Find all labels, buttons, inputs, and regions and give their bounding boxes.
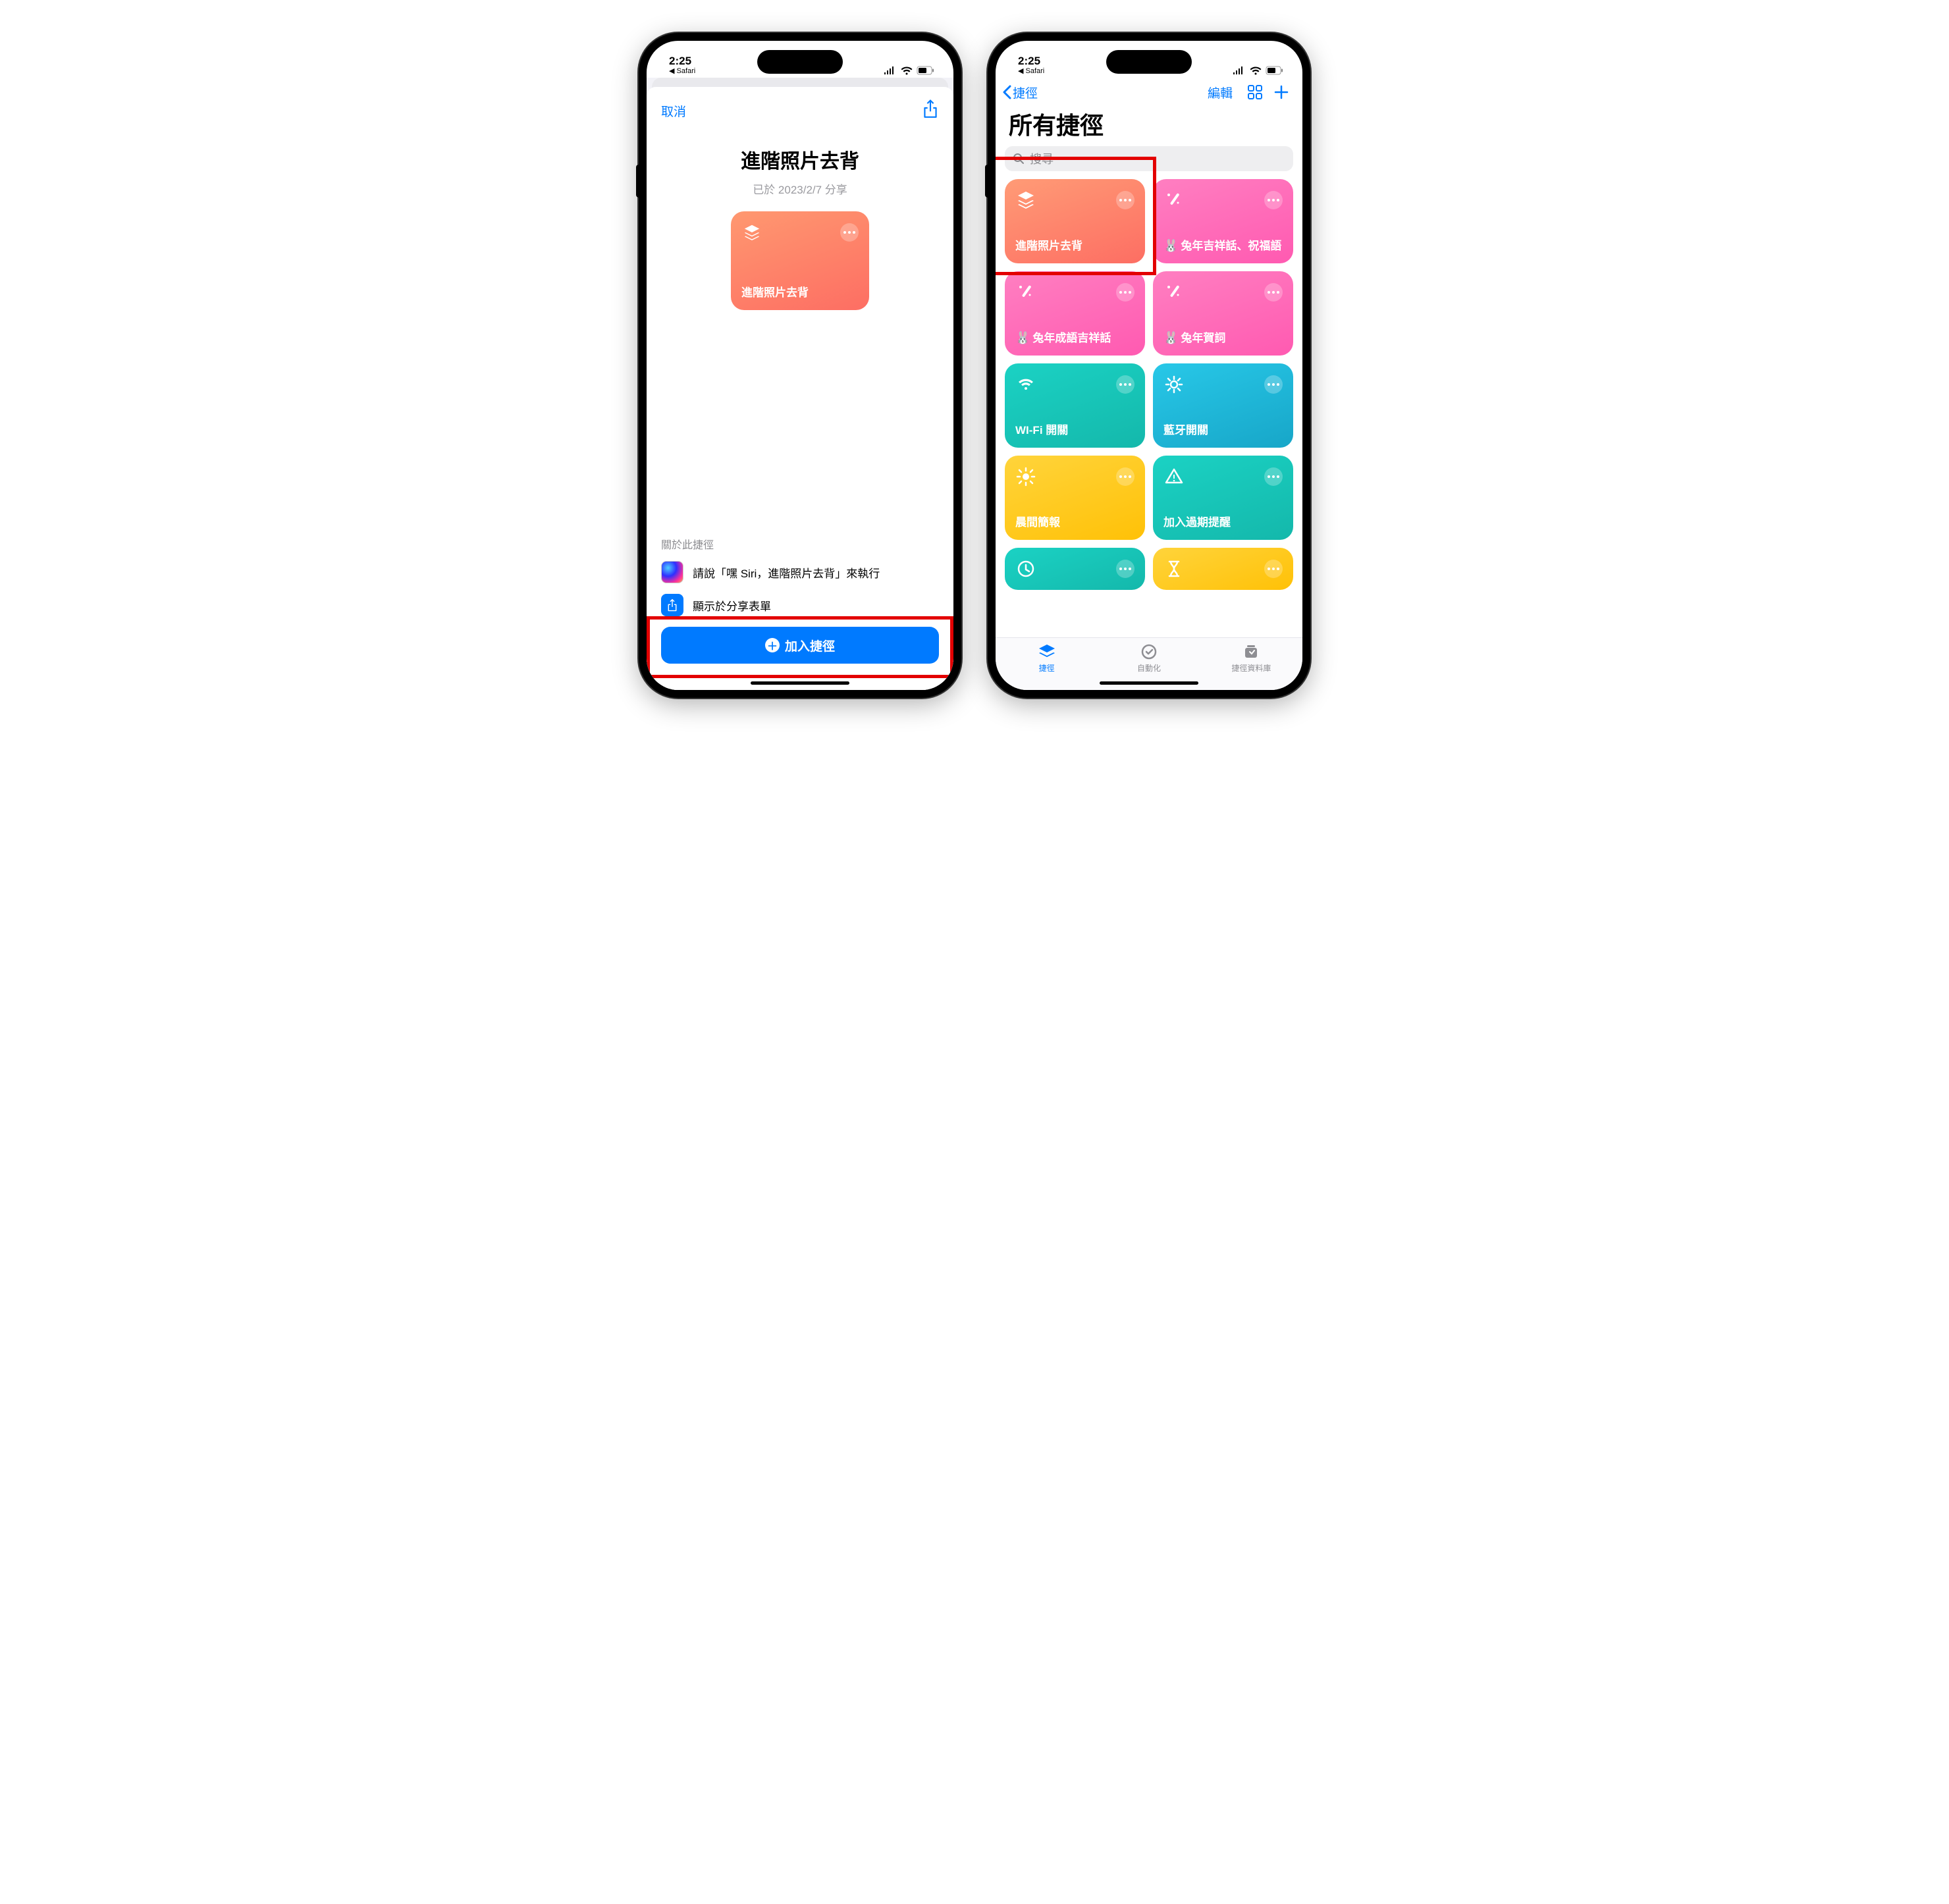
more-icon[interactable] — [1116, 283, 1135, 302]
tile-icon — [1015, 558, 1036, 579]
shortcut-tile[interactable] — [1005, 548, 1145, 590]
tile-label: 🐰兔年成語吉祥話 — [1015, 329, 1135, 345]
tile-label: 🐰兔年賀詞 — [1163, 329, 1283, 345]
wifi-icon — [901, 66, 913, 75]
tile-label: 進階照片去背 — [741, 283, 859, 300]
shortcut-tile[interactable]: WI-Fi 開關 — [1005, 363, 1145, 448]
back-to-app[interactable]: ◀ Safari — [1018, 68, 1044, 75]
share-sheet-icon — [661, 594, 683, 616]
more-icon[interactable] — [1264, 283, 1283, 302]
shortcut-tile[interactable]: 加入過期提醒 — [1153, 456, 1293, 540]
page-title: 所有捷徑 — [996, 105, 1302, 146]
tile-label: 進階照片去背 — [1015, 236, 1135, 253]
more-icon[interactable] — [1116, 375, 1135, 394]
phone-left: 2:25 ◀ Safari 取消 進階照片去背 已於 2023/2/7 分享 — [639, 33, 961, 698]
tab-shortcuts[interactable]: 捷徑 — [996, 638, 1098, 678]
wifi-icon — [1250, 66, 1262, 75]
status-time: 2:25 — [1018, 55, 1044, 66]
tab-label: 捷徑 — [1039, 662, 1055, 674]
tile-icon — [1163, 558, 1185, 579]
tile-icon — [1163, 282, 1185, 303]
tile-icon — [1163, 374, 1185, 395]
tile-label: WI-Fi 開關 — [1015, 421, 1135, 437]
more-icon[interactable] — [1264, 467, 1283, 486]
tile-icon — [1015, 466, 1036, 487]
plus-icon: ＋ — [765, 638, 780, 652]
more-icon[interactable] — [840, 223, 859, 242]
shortcut-preview-tile: 進階照片去背 — [731, 211, 869, 310]
tile-label: 藍牙開關 — [1163, 421, 1283, 437]
tile-icon — [1015, 282, 1036, 303]
tab-automation[interactable]: 自動化 — [1098, 638, 1200, 678]
back-to-app[interactable]: ◀ Safari — [669, 68, 695, 75]
search-icon — [1013, 153, 1025, 165]
cellular-icon — [884, 66, 897, 74]
automation-tab-icon — [1140, 643, 1158, 660]
tile-label: 加入過期提醒 — [1163, 513, 1283, 529]
share-button[interactable] — [922, 99, 939, 122]
tile-icon — [1015, 190, 1036, 211]
layout-button[interactable] — [1246, 83, 1264, 101]
add-button-label: 加入捷徑 — [785, 637, 835, 654]
tile-label: 晨間簡報 — [1015, 513, 1135, 529]
search-placeholder: 搜尋 — [1030, 150, 1054, 167]
tab-label: 自動化 — [1137, 662, 1161, 674]
home-indicator[interactable] — [751, 681, 849, 685]
tile-icon — [1015, 374, 1036, 395]
shared-date: 已於 2023/2/7 分享 — [661, 180, 939, 197]
more-icon[interactable] — [1264, 191, 1283, 209]
phone-right: 2:25 ◀ Safari 捷徑 編輯 所有捷徑 — [988, 33, 1310, 698]
shortcut-tile[interactable] — [1153, 548, 1293, 590]
more-icon[interactable] — [1264, 560, 1283, 578]
dynamic-island — [757, 50, 843, 74]
share-sheet-text: 顯示於分享表單 — [693, 597, 771, 614]
shortcut-tile[interactable]: 🐰兔年賀詞 — [1153, 271, 1293, 356]
gallery-tab-icon — [1242, 643, 1260, 660]
cancel-button[interactable]: 取消 — [661, 102, 686, 120]
grid-icon — [1247, 84, 1263, 100]
nav-bar: 捷徑 編輯 — [996, 78, 1302, 105]
more-icon[interactable] — [1116, 191, 1135, 209]
tab-gallery[interactable]: 捷徑資料庫 — [1200, 638, 1302, 678]
about-heading: 關於此捷徑 — [661, 536, 939, 552]
siri-icon — [661, 561, 683, 583]
battery-icon — [1266, 66, 1284, 75]
add-shortcut-sheet: 取消 進階照片去背 已於 2023/2/7 分享 進階照片去背 — [647, 87, 953, 690]
tile-icon — [1163, 190, 1185, 211]
plus-icon — [1273, 84, 1289, 100]
stack-icon — [741, 222, 762, 243]
more-icon[interactable] — [1116, 467, 1135, 486]
more-icon[interactable] — [1264, 375, 1283, 394]
shortcut-grid: 進階照片去背 🐰兔年吉祥話、祝福語 🐰兔年成語吉祥話 🐰兔年賀詞 WI-Fi 開關 藍牙開… — [996, 179, 1302, 590]
add-shortcut-button[interactable]: ＋ 加入捷徑 — [661, 627, 939, 664]
cellular-icon — [1233, 66, 1246, 74]
tab-label: 捷徑資料庫 — [1231, 662, 1271, 674]
shortcut-tile[interactable]: 🐰兔年吉祥話、祝福語 — [1153, 179, 1293, 263]
back-label: 捷徑 — [1013, 84, 1038, 101]
home-indicator[interactable] — [1100, 681, 1198, 685]
chevron-left-icon — [1002, 85, 1011, 99]
shortcut-title: 進階照片去背 — [661, 145, 939, 174]
add-button[interactable] — [1272, 83, 1291, 101]
shortcuts-tab-icon — [1038, 643, 1056, 660]
tile-icon — [1163, 466, 1185, 487]
tile-label: 🐰兔年吉祥話、祝福語 — [1163, 236, 1283, 253]
battery-icon — [917, 66, 935, 75]
dynamic-island — [1106, 50, 1192, 74]
share-icon — [922, 99, 939, 119]
search-input[interactable]: 搜尋 — [1005, 146, 1293, 171]
shortcut-tile[interactable]: 進階照片去背 — [1005, 179, 1145, 263]
shortcut-tile[interactable]: 藍牙開關 — [1153, 363, 1293, 448]
back-button[interactable]: 捷徑 — [1002, 84, 1038, 101]
edit-button[interactable]: 編輯 — [1208, 84, 1233, 101]
shortcut-tile[interactable]: 晨間簡報 — [1005, 456, 1145, 540]
shortcut-tile[interactable]: 🐰兔年成語吉祥話 — [1005, 271, 1145, 356]
siri-hint-row: 請說「嘿 Siri，進階照片去背」來執行 — [661, 561, 939, 583]
siri-hint-text: 請說「嘿 Siri，進階照片去背」來執行 — [693, 564, 880, 581]
more-icon[interactable] — [1116, 560, 1135, 578]
share-sheet-row: 顯示於分享表單 — [661, 594, 939, 616]
status-time: 2:25 — [669, 55, 695, 66]
